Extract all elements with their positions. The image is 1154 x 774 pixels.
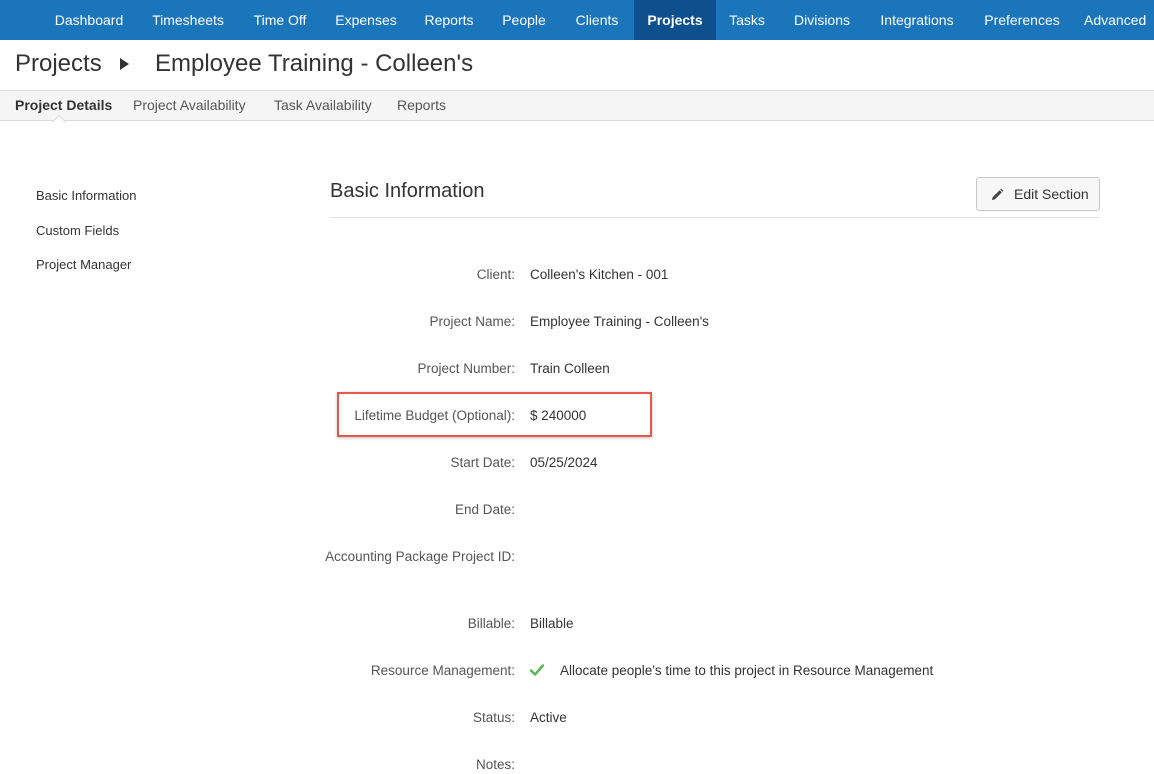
- billable-label: Billable:: [467, 616, 515, 631]
- lifetime-budget-value: $ 240000: [530, 408, 587, 423]
- nav-people[interactable]: People: [494, 0, 554, 40]
- sidebar-item-project-manager[interactable]: Project Manager: [36, 257, 131, 272]
- lifetime-budget-label: Lifetime Budget (Optional):: [354, 408, 515, 423]
- sidebar-item-custom-fields[interactable]: Custom Fields: [36, 223, 119, 238]
- top-nav: Dashboard Timesheets Time Off Expenses R…: [0, 0, 1154, 40]
- project-number-label: Project Number:: [417, 361, 515, 376]
- nav-time-off[interactable]: Time Off: [243, 0, 317, 40]
- start-date-label: Start Date:: [450, 455, 515, 470]
- nav-preferences[interactable]: Preferences: [976, 0, 1068, 40]
- end-date-label: End Date:: [454, 502, 515, 517]
- edit-section-label: Edit Section: [1014, 186, 1089, 202]
- pencil-icon: [992, 188, 1004, 200]
- billable-value: Billable: [530, 616, 574, 631]
- client-value: Colleen's Kitchen - 001: [530, 267, 669, 282]
- page-title: Employee Training - Colleen's: [155, 50, 474, 77]
- nav-advanced[interactable]: Advanced: [1084, 0, 1154, 40]
- notes-label: Notes:: [475, 757, 515, 772]
- nav-expenses[interactable]: Expenses: [326, 0, 406, 40]
- resource-management-label: Resource Management:: [370, 663, 515, 678]
- section-title: Basic Information: [330, 180, 485, 202]
- client-label: Client:: [476, 267, 515, 282]
- section-divider: [330, 217, 1100, 218]
- project-number-value: Train Colleen: [530, 361, 610, 376]
- nav-tasks[interactable]: Tasks: [722, 0, 772, 40]
- sidebar-item-basic-information[interactable]: Basic Information: [36, 188, 136, 203]
- sub-tabs: Project Details Project Availability Tas…: [0, 90, 1154, 121]
- nav-projects[interactable]: Projects: [634, 0, 716, 40]
- status-value: Active: [530, 710, 567, 725]
- nav-clients[interactable]: Clients: [566, 0, 628, 40]
- nav-dashboard[interactable]: Dashboard: [41, 0, 137, 40]
- nav-integrations[interactable]: Integrations: [872, 0, 962, 40]
- nav-divisions[interactable]: Divisions: [785, 0, 859, 40]
- status-label: Status:: [472, 710, 515, 725]
- tab-project-availability[interactable]: Project Availability: [133, 97, 246, 113]
- start-date-value: 05/25/2024: [530, 455, 598, 470]
- nav-reports[interactable]: Reports: [414, 0, 484, 40]
- edit-section-button[interactable]: Edit Section: [976, 177, 1100, 211]
- caret-right-icon: [120, 58, 129, 70]
- resource-management-value: Allocate people's time to this project i…: [560, 663, 934, 678]
- nav-timesheets[interactable]: Timesheets: [140, 0, 236, 40]
- project-name-label: Project Name:: [429, 314, 515, 329]
- tab-task-availability[interactable]: Task Availability: [274, 97, 372, 113]
- tab-project-details[interactable]: Project Details: [15, 97, 112, 113]
- tab-reports[interactable]: Reports: [397, 97, 446, 113]
- accounting-id-label: Accounting Package Project ID:: [325, 549, 515, 564]
- breadcrumb-projects-link[interactable]: Projects: [15, 50, 102, 78]
- project-name-value: Employee Training - Colleen's: [530, 314, 709, 329]
- check-icon: [530, 664, 544, 676]
